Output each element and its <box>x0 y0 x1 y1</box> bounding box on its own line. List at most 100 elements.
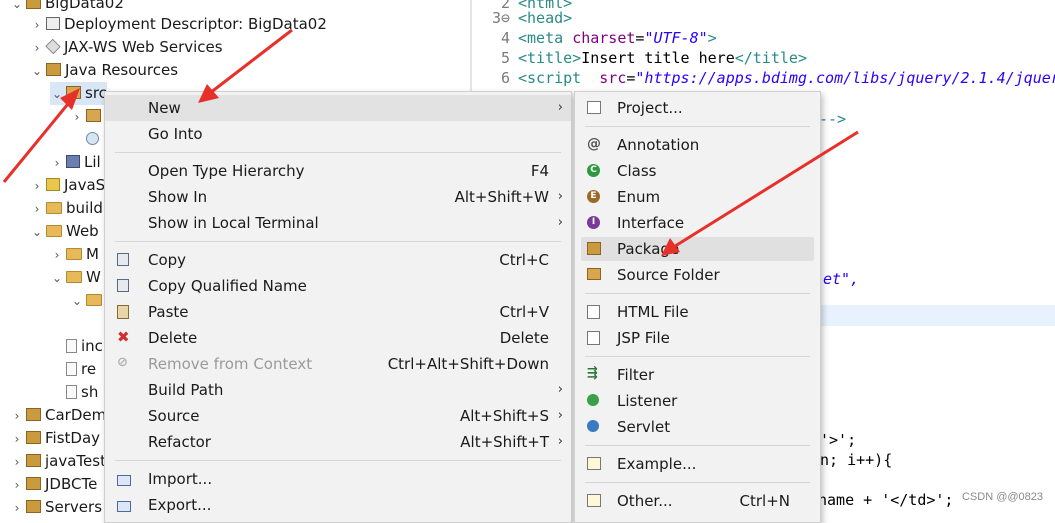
menu-item-copy-qualified-name[interactable]: Copy Qualified Name <box>105 273 571 299</box>
folder-icon <box>86 293 102 306</box>
expand-icon[interactable]: › <box>70 106 84 129</box>
tree-item[interactable]: › JAX-WS Web Services <box>30 36 223 59</box>
tree-item[interactable]: re <box>50 358 96 381</box>
tree-item[interactable]: › javaTest <box>10 450 106 473</box>
menu-item-annotation[interactable]: @ Annotation <box>575 132 820 158</box>
tree-item[interactable]: › JavaS <box>30 174 106 198</box>
menu-item-label: Import... <box>148 470 213 488</box>
expand-icon[interactable]: › <box>50 152 64 175</box>
menu-item-source-folder[interactable]: Source Folder <box>575 262 820 288</box>
tree-item[interactable]: › <box>70 105 105 128</box>
collapse-icon[interactable]: ⌄ <box>70 290 84 313</box>
code-token: "https://apps.bdimg.com/libs/jquery/2.1.… <box>635 69 1055 87</box>
proj-icon <box>26 431 41 444</box>
menu-separator <box>585 125 810 127</box>
menu-item-open-type-hierarchy[interactable]: Open Type Hierarchy F4 <box>105 158 571 184</box>
menu-item-package[interactable]: Package <box>575 236 820 262</box>
menu-item-delete[interactable]: ✖ Delete Delete <box>105 325 571 351</box>
menu-item-class[interactable]: C Class <box>575 158 820 184</box>
menu-item-other[interactable]: Other... Ctrl+N <box>575 488 820 514</box>
delete-icon: ✖ <box>117 328 130 346</box>
collapse-icon[interactable]: ⌄ <box>10 0 24 16</box>
line-number: 5 <box>500 49 510 67</box>
tree-item-label: M <box>86 245 99 263</box>
tree-item[interactable]: inc <box>50 335 103 358</box>
tree-item-label: Lil <box>84 153 101 171</box>
menu-item-enum[interactable]: E Enum <box>575 184 820 210</box>
collapse-icon[interactable]: ⌄ <box>30 221 44 244</box>
expand-icon[interactable]: › <box>10 451 24 474</box>
chevron-right-icon: › <box>557 408 563 423</box>
menu-item-listener[interactable]: Listener <box>575 388 820 414</box>
tree-item[interactable]: ⌄ W <box>50 266 101 289</box>
collapse-icon[interactable]: ⌄ <box>50 83 64 106</box>
expand-icon[interactable]: › <box>10 497 24 520</box>
expand-icon[interactable]: › <box>10 428 24 451</box>
collapse-icon[interactable]: ⌄ <box>50 267 64 290</box>
menu-item-copy[interactable]: Copy Ctrl+C <box>105 247 571 273</box>
expand-icon[interactable]: › <box>30 198 44 221</box>
tree-item-label: re <box>81 360 97 378</box>
tree-item[interactable]: › Servers <box>10 496 102 519</box>
menu-item-build-path[interactable]: Build Path › <box>105 377 571 403</box>
menu-separator <box>115 151 561 153</box>
expand-icon[interactable]: › <box>10 405 24 428</box>
menu-item-label: Source <box>148 407 200 425</box>
tree-item[interactable]: sh <box>50 381 98 404</box>
package-icon <box>587 242 601 255</box>
watermark: CSDN @@0823 <box>961 491 1043 503</box>
tree-item[interactable]: › Lil <box>50 151 101 174</box>
menu-item-go-into[interactable]: Go Into <box>105 121 571 147</box>
collapse-icon[interactable]: ⌄ <box>30 60 44 83</box>
menu-item-servlet[interactable]: Servlet <box>575 414 820 440</box>
tree-item[interactable]: › JDBCTe <box>10 473 98 497</box>
menu-item-show-in[interactable]: Show In Alt+Shift+W › <box>105 184 571 210</box>
tree-item[interactable]: › CarDem <box>10 404 107 428</box>
tree-item-label: CarDem <box>45 406 107 424</box>
menu-item-import[interactable]: Import... <box>105 466 571 492</box>
menu-item-project[interactable]: Project... <box>575 95 820 121</box>
copy-icon <box>117 253 129 266</box>
menu-item-shortcut: Ctrl+V <box>499 303 549 321</box>
code-token: '>'; <box>820 431 857 449</box>
tree-item[interactable] <box>70 128 103 151</box>
menu-item-label: Class <box>617 162 657 180</box>
expand-icon[interactable]: › <box>30 37 44 60</box>
tree-item[interactable]: ⌄ Java Resources <box>30 59 178 82</box>
menu-item-refactor[interactable]: Refactor Alt+Shift+T › <box>105 429 571 455</box>
menu-item-example[interactable]: Example... <box>575 451 820 477</box>
menu-item-label: Copy Qualified Name <box>148 277 307 295</box>
menu-item-export[interactable]: Export... <box>105 492 571 518</box>
globe-icon <box>86 132 99 145</box>
paste-icon <box>117 305 129 319</box>
tree-item[interactable]: › build <box>30 197 103 220</box>
menu-item-label: HTML File <box>617 303 689 321</box>
menu-item-label: Open Type Hierarchy <box>148 162 305 180</box>
tree-item[interactable]: ⌄ src <box>50 82 107 105</box>
menu-item-filter[interactable]: ⇶ Filter <box>575 362 820 388</box>
tree-item[interactable]: ⌄ <box>70 289 106 312</box>
tree-item[interactable]: ⌄ Web <box>30 220 99 243</box>
tree-item[interactable]: › M <box>50 243 99 266</box>
menu-separator <box>585 444 810 446</box>
menu-item-html-file[interactable]: HTML File <box>575 299 820 325</box>
expand-icon[interactable]: › <box>50 244 64 267</box>
menu-item-interface[interactable]: I Interface <box>575 210 820 236</box>
code-token: et", <box>823 270 860 288</box>
menu-item-remove-from-context[interactable]: ⊘ Remove from Context Ctrl+Alt+Shift+Down <box>105 351 571 377</box>
menu-item-show-in-local-terminal[interactable]: Show in Local Terminal › <box>105 210 571 236</box>
menu-item-jsp-file[interactable]: JSP File <box>575 325 820 351</box>
servlet-icon <box>587 420 599 432</box>
tree-item[interactable]: › Deployment Descriptor: BigData02 <box>30 13 327 36</box>
menu-item-new[interactable]: New › <box>105 95 571 121</box>
menu-item-source[interactable]: Source Alt+Shift+S › <box>105 403 571 429</box>
tree-item[interactable] <box>90 312 104 335</box>
expand-icon[interactable]: › <box>30 175 44 198</box>
tree-item[interactable]: › FistDay <box>10 427 100 450</box>
menu-item-label: Show in Local Terminal <box>148 214 319 232</box>
menu-separator <box>585 481 810 483</box>
menu-item-label: Annotation <box>617 136 700 154</box>
expand-icon[interactable]: › <box>30 14 44 37</box>
menu-item-paste[interactable]: Paste Ctrl+V <box>105 299 571 325</box>
expand-icon[interactable]: › <box>10 474 24 497</box>
